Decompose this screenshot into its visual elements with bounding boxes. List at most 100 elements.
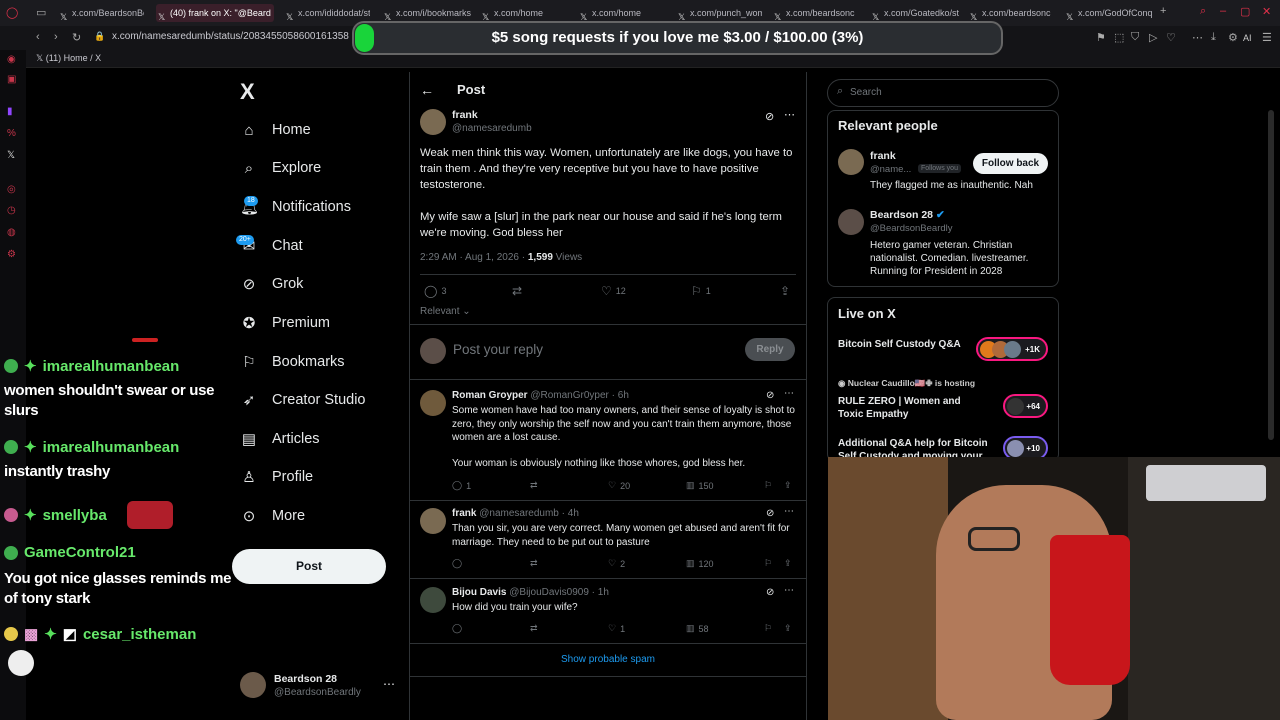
share-icon[interactable]: ⇪ [784, 623, 792, 634]
reply-author[interactable]: Roman Groyper [452, 390, 528, 401]
browser-tab[interactable]: 𝕏x.com/ididdodat/st [284, 4, 370, 22]
reply-like-action[interactable]: ♡ 1 [608, 623, 625, 634]
grok-explain-icon[interactable]: ⊘ [766, 390, 774, 401]
sidebar-settings-icon[interactable]: ⚙ [7, 249, 16, 260]
person-name[interactable]: Beardson 28 [870, 209, 933, 221]
post-like-action[interactable]: ♡ 12 [601, 284, 626, 298]
live-listeners-pill[interactable]: +1K [976, 337, 1048, 361]
reply-icon[interactable]: ◯ [452, 623, 462, 634]
bookmark-icon[interactable]: ⚐ [764, 623, 772, 634]
nav-profile[interactable]: ♙ Profile [240, 465, 313, 489]
nav-articles[interactable]: ▤ Articles [240, 427, 320, 451]
ai-button[interactable]: AI [1243, 33, 1252, 43]
url-text[interactable]: x.com/namesaredumb/status/20834550586001… [112, 31, 349, 42]
browser-tab[interactable]: 𝕏x.com/BeardsonBe [58, 4, 144, 22]
easy-setup-icon[interactable]: ☰ [1262, 31, 1272, 44]
browser-tab[interactable]: 𝕏x.com/beardsonc [772, 4, 860, 22]
live-listeners-pill[interactable]: +64 [1003, 394, 1048, 418]
repost-icon[interactable]: ⇄ [530, 558, 538, 569]
bookmark-page-icon[interactable]: ⚑ [1096, 31, 1106, 44]
reply-button[interactable]: Reply [745, 338, 795, 361]
share-icon[interactable]: ⇪ [784, 558, 792, 569]
reply-views-action[interactable]: ▥ 58 [686, 623, 709, 634]
shield-icon[interactable]: ⛉ [1131, 31, 1139, 44]
nav-explore[interactable]: ⌕ Explore [240, 156, 321, 180]
browser-tab[interactable]: 𝕏x.com/home [578, 4, 664, 22]
forward-icon[interactable]: › [54, 31, 58, 43]
live-space-title[interactable]: RULE ZERO | Women and Toxic Empathy [838, 395, 978, 421]
reply-views-action[interactable]: ▥ 120 [686, 558, 714, 569]
settings-icon[interactable]: ⚙ [1228, 31, 1238, 44]
back-icon[interactable]: ‹ [36, 31, 40, 43]
bookmark-home-x[interactable]: 𝕏 (11) Home / X [36, 53, 101, 64]
minimize-icon[interactable]: – [1220, 5, 1226, 17]
close-window-icon[interactable]: ✕ [1262, 5, 1271, 18]
reply-avatar[interactable] [420, 390, 446, 416]
person-name[interactable]: frank [870, 150, 896, 162]
repost-icon[interactable]: ⇄ [512, 284, 522, 298]
author-avatar[interactable] [420, 109, 446, 135]
author-name[interactable]: frank [452, 109, 478, 121]
reply-more-icon[interactable]: ⋯ [784, 388, 794, 399]
history-icon[interactable]: ◷ [7, 205, 16, 216]
person-avatar[interactable] [838, 209, 864, 235]
person-avatar[interactable] [838, 149, 864, 175]
share-icon[interactable]: ⇪ [780, 284, 790, 298]
reply-input[interactable]: Post your reply [453, 342, 543, 357]
messenger-icon[interactable]: ◉ [7, 54, 16, 65]
instagram-icon[interactable]: ▣ [7, 74, 16, 85]
twitch-icon[interactable]: ▮ [7, 106, 13, 117]
nav-home[interactable]: ⌂ Home [240, 118, 310, 142]
nav-creator-studio[interactable]: ➶ Creator Studio [240, 388, 366, 412]
tab-grid-icon[interactable]: ▭ [36, 6, 46, 19]
reply-author[interactable]: frank [452, 508, 476, 519]
browser-tab[interactable]: 𝕏x.com/punch_wom [676, 4, 762, 22]
reply-reply-action[interactable]: ◯ 1 [452, 480, 471, 491]
nav-bookmarks[interactable]: ⚐ Bookmarks [240, 350, 344, 374]
live-space-title[interactable]: Additional Q&A help for Bitcoin Self Cus… [838, 437, 993, 459]
browser-tab[interactable]: 𝕏x.com/i/bookmarks [382, 4, 472, 22]
reply-views-action[interactable]: ▥ 150 [686, 480, 714, 491]
nav-more[interactable]: ⊙ More [240, 504, 305, 528]
menu-lines-icon[interactable]: ⋯ [1192, 31, 1203, 44]
search-input[interactable]: Search [827, 79, 1059, 107]
browser-tab-active[interactable]: 𝕏 (40) frank on X: "@Beard [156, 4, 274, 22]
back-arrow-icon[interactable]: ← [420, 82, 434, 98]
opera-logo-icon[interactable]: ◯ [6, 6, 18, 19]
bookmark-icon[interactable]: ⚐ [764, 558, 772, 569]
reply-more-icon[interactable]: ⋯ [784, 506, 794, 517]
grok-explain-icon[interactable]: ⊘ [765, 110, 774, 123]
browser-tab[interactable]: 𝕏x.com/beardsonc [968, 4, 1056, 22]
heart-icon[interactable]: ♡ [1166, 31, 1176, 44]
post-button[interactable]: Post [232, 549, 386, 584]
player-sidebar-icon[interactable]: ◎ [7, 184, 16, 195]
player-icon[interactable]: ▷ [1149, 31, 1157, 44]
author-handle[interactable]: @namesaredumb [452, 123, 532, 134]
sort-dropdown[interactable]: Relevant ⌄ [420, 306, 471, 317]
repost-icon[interactable]: ⇄ [530, 623, 538, 634]
grok-explain-icon[interactable]: ⊘ [766, 587, 774, 598]
snapshot-icon[interactable]: ⬚ [1114, 31, 1124, 44]
follow-back-button[interactable]: Follow back [973, 153, 1048, 174]
x-logo-icon[interactable]: X [240, 79, 255, 105]
reply-avatar[interactable] [420, 587, 446, 613]
bookmark-icon[interactable]: ⚐ [764, 480, 772, 491]
new-tab-icon[interactable]: + [1160, 5, 1166, 17]
maximize-icon[interactable]: ▢ [1240, 5, 1250, 18]
show-spam-link[interactable]: Show probable spam [410, 654, 806, 665]
grok-explain-icon[interactable]: ⊘ [766, 508, 774, 519]
share-icon[interactable]: ⇪ [784, 480, 792, 491]
account-more-icon[interactable]: ⋯ [383, 677, 395, 691]
nav-premium[interactable]: ✪ Premium [240, 311, 330, 335]
nav-grok[interactable]: ⊘ Grok [240, 272, 304, 296]
percent-icon[interactable]: % [7, 128, 16, 139]
browser-tab[interactable]: 𝕏x.com/home [480, 4, 566, 22]
browser-tab[interactable]: 𝕏x.com/GodOfConq [1064, 4, 1154, 22]
post-more-icon[interactable]: ⋯ [784, 108, 795, 121]
browser-tab[interactable]: 𝕏x.com/Goatedko/st [870, 4, 960, 22]
download-icon[interactable]: ⤓ [1211, 31, 1216, 44]
x-sidebar-icon[interactable]: 𝕏 [7, 150, 15, 161]
live-space-title[interactable]: Bitcoin Self Custody Q&A [838, 338, 970, 351]
reply-like-action[interactable]: ♡ 20 [608, 480, 630, 491]
reload-icon[interactable]: ↻ [72, 31, 81, 44]
